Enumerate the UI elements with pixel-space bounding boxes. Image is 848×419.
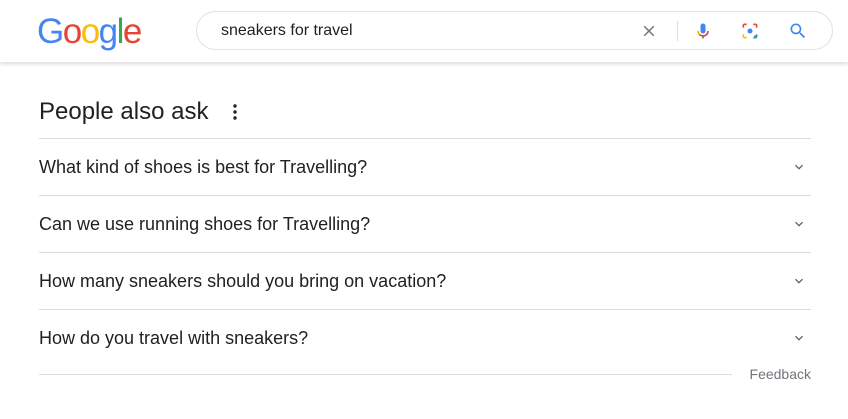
feedback-link[interactable]: Feedback	[750, 366, 811, 382]
microphone-icon	[697, 23, 709, 38]
paa-question-text: How many sneakers should you bring on va…	[39, 270, 447, 291]
paa-question[interactable]: How many sneakers should you bring on va…	[39, 253, 811, 310]
paa-header: People also ask	[39, 95, 245, 129]
chevron-down-icon	[795, 335, 803, 341]
paa-question[interactable]: Can we use running shoes for Travelling?	[39, 196, 811, 253]
search-box	[196, 11, 833, 50]
paa-title: People also ask	[39, 98, 209, 125]
logo-letter: e	[122, 12, 142, 51]
more-vert-icon	[233, 104, 238, 120]
chevron-down-icon	[795, 278, 803, 284]
feedback-row: Feedback	[39, 362, 811, 386]
paa-question-text: How do you travel with sneakers?	[39, 327, 309, 348]
search-input[interactable]	[221, 12, 621, 49]
paa-question-text: What kind of shoes is best for Travellin…	[39, 156, 368, 177]
search-divider	[677, 21, 678, 41]
camera-lens-icon	[742, 23, 758, 38]
clear-search-button[interactable]	[633, 12, 665, 49]
paa-question[interactable]: How do you travel with sneakers?	[39, 310, 811, 366]
search-by-image-button[interactable]	[734, 12, 766, 49]
logo-letter: g	[98, 12, 118, 51]
feedback-divider	[39, 374, 732, 375]
paa-question-text: Can we use running shoes for Travelling?	[39, 213, 371, 234]
logo-letter: o	[62, 12, 82, 51]
search-submit-button[interactable]	[782, 12, 814, 49]
more-options-button[interactable]	[225, 100, 245, 124]
google-logo[interactable]: Google	[37, 12, 142, 52]
chevron-down-icon	[795, 221, 803, 227]
voice-search-button[interactable]	[687, 12, 719, 49]
search-icon	[790, 23, 806, 38]
logo-letter: o	[80, 12, 100, 51]
paa-question[interactable]: What kind of shoes is best for Travellin…	[39, 139, 811, 196]
chevron-down-icon	[795, 164, 803, 170]
logo-letter: G	[37, 12, 64, 51]
paa-question-list: What kind of shoes is best for Travellin…	[39, 138, 811, 366]
clear-icon	[643, 25, 655, 36]
header-bar: Google	[0, 0, 848, 62]
